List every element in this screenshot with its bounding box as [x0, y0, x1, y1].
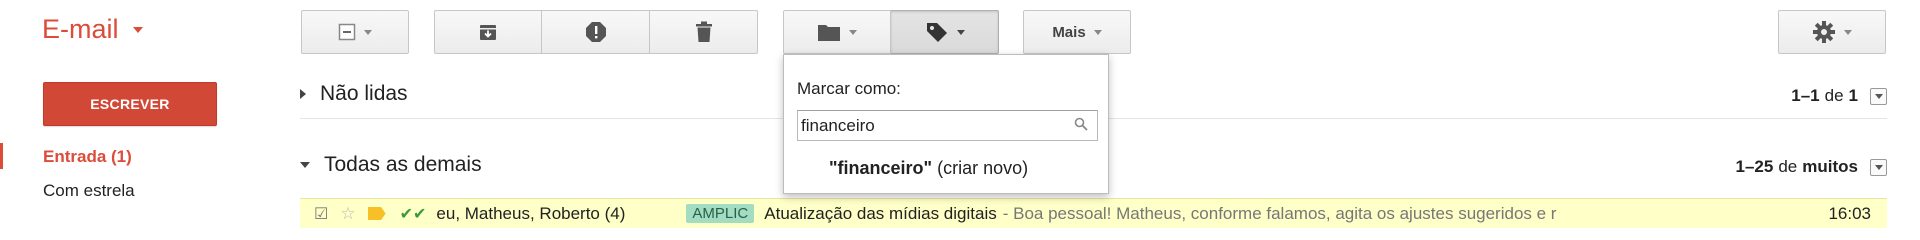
- expand-arrow-icon: [300, 89, 306, 99]
- more-button[interactable]: Mais: [1023, 10, 1131, 54]
- section-all-count: 1–25 de muitos: [1736, 157, 1887, 177]
- archive-button[interactable]: [434, 10, 542, 54]
- compose-label: ESCREVER: [90, 96, 170, 112]
- popup-title: Marcar como:: [797, 79, 901, 98]
- timestamp: 16:03: [1828, 203, 1871, 223]
- subject: Atualização das mídias digitais: [764, 203, 997, 223]
- chevron-down-icon: [132, 26, 143, 33]
- option-label-name: "financeiro": [829, 158, 933, 178]
- sidebar-item-inbox[interactable]: Entrada (1): [43, 147, 132, 167]
- importance-marker-icon[interactable]: [367, 207, 386, 220]
- range: 1–1: [1791, 86, 1820, 105]
- total: muitos: [1802, 157, 1858, 176]
- option-suffix: (criar novo): [937, 158, 1029, 178]
- section-title: Não lidas: [320, 82, 408, 105]
- archive-icon: [478, 22, 498, 42]
- chevron-down-icon: [364, 29, 372, 35]
- label-chip[interactable]: AMPLIC: [686, 204, 755, 223]
- label-search-input[interactable]: [797, 110, 1098, 141]
- report-spam-icon: [585, 21, 607, 43]
- star-icon[interactable]: ☆: [340, 204, 355, 224]
- chevron-down-icon: [1844, 29, 1852, 35]
- labels-button[interactable]: [891, 10, 999, 54]
- trash-icon: [695, 21, 713, 43]
- email-row[interactable]: ☑ ☆ ✔✔ eu, Matheus, Roberto (4) AMPLIC A…: [300, 198, 1887, 228]
- tag-icon: [925, 21, 949, 43]
- active-indicator: [0, 143, 3, 169]
- app-switcher[interactable]: E-mail: [42, 14, 143, 45]
- chevron-down-icon: [849, 29, 857, 35]
- brand-label: E-mail: [42, 14, 119, 44]
- more-label: Mais: [1052, 23, 1086, 41]
- chevron-down-icon: [1093, 29, 1102, 35]
- chevron-down-icon: [956, 29, 965, 35]
- settings-button[interactable]: [1778, 10, 1886, 54]
- checkbox-icon[interactable]: ☑: [314, 204, 328, 224]
- sidebar-item-starred[interactable]: Com estrela: [43, 181, 135, 201]
- create-label-option[interactable]: "financeiro" (criar novo): [829, 158, 1028, 179]
- range: 1–25: [1735, 157, 1774, 176]
- delete-button[interactable]: [650, 10, 758, 54]
- search-icon: [1074, 117, 1090, 133]
- sender: eu, Matheus, Roberto (4): [436, 203, 626, 223]
- snippet: - Boa pessoal! Matheus, conforme falamos…: [1002, 203, 1557, 223]
- collapse-arrow-icon: [300, 162, 310, 168]
- folder-icon: [817, 22, 841, 42]
- select-button[interactable]: [301, 10, 409, 54]
- section-title: Todas as demais: [324, 153, 482, 176]
- gear-icon: [1812, 20, 1836, 44]
- section-unread-count: 1–1 de 1: [1791, 86, 1887, 106]
- section-options-dropdown[interactable]: [1870, 87, 1887, 105]
- total: 1: [1848, 86, 1858, 105]
- compose-button[interactable]: ESCREVER: [43, 82, 217, 126]
- of-label: de: [1778, 157, 1798, 176]
- label-popup: Marcar como: "financeiro" (criar novo): [783, 54, 1109, 194]
- checkbox-minus-icon: [338, 23, 356, 41]
- forwarded-icon: ✔✔: [399, 205, 427, 223]
- move-to-button[interactable]: [783, 10, 891, 54]
- report-spam-button[interactable]: [542, 10, 650, 54]
- section-options-dropdown[interactable]: [1870, 158, 1887, 176]
- of-label: de: [1824, 86, 1844, 105]
